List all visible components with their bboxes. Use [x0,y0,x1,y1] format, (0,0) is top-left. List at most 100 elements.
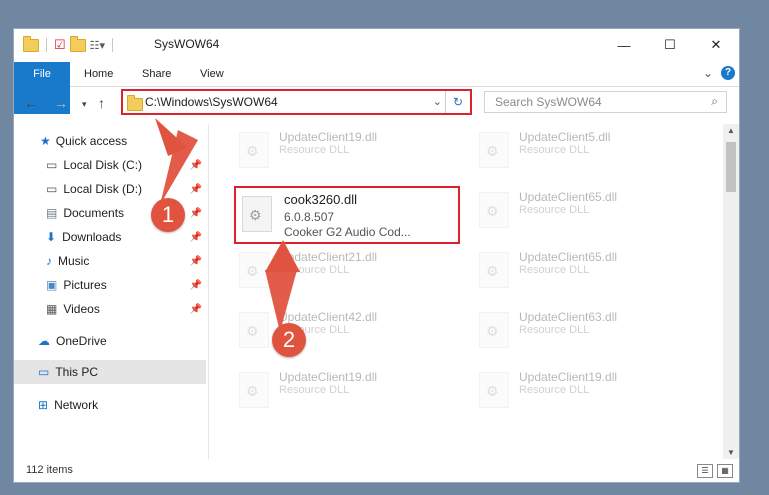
view-toggles: ☰ ▦ [697,464,733,478]
dll-file-icon [239,132,269,168]
sidebar-item-label: Documents [63,206,125,220]
file-description: Resource DLL [279,144,350,156]
dll-file-icon [479,132,509,168]
sidebar-item-videos[interactable]: ▦ Videos 📌 [14,297,206,321]
step-badge-2: 2 [272,323,306,357]
sidebar-item-network[interactable]: ⊞ Network [14,393,206,417]
status-bar: 112 items ☰ ▦ [14,459,739,483]
sidebar-item-label: Network [54,398,99,412]
search-box[interactable]: Search SysWOW64 ⌕ [484,91,727,113]
dll-file-icon [239,372,269,408]
tab-home[interactable]: Home [84,62,113,86]
pin-icon[interactable]: 📌 [190,160,202,171]
large-icons-view-icon[interactable]: ▦ [717,464,733,478]
file-item[interactable]: UpdateClient19.dll Resource DLL [471,364,701,416]
address-bar[interactable]: C:\Windows\SysWOW64 ⌄ ↻ [121,89,472,115]
file-name: cook3260.dll [284,192,357,207]
ribbon-tabs: File Home Share View ⌄ ? [14,62,739,114]
file-name: UpdateClient5.dll [519,130,611,144]
file-description: Resource DLL [519,324,590,336]
file-description: Cooker G2 Audio Cod... [284,225,411,239]
search-icon[interactable]: ⌕ [711,94,718,109]
tab-share[interactable]: Share [142,62,171,86]
file-item[interactable]: UpdateClient19.dll Resource DLL [231,364,461,416]
pin-icon[interactable]: 📌 [190,232,202,243]
file-name: UpdateClient65.dll [519,250,618,264]
file-description: Resource DLL [519,144,590,156]
star-icon: ★ [40,134,51,148]
up-arrow-icon[interactable]: ↑ [98,95,105,111]
sidebar-item-local-disk-c[interactable]: ▭ Local Disk (C:) 📌 [14,153,206,177]
file-version: 6.0.8.507 [284,210,335,224]
forward-arrow-icon[interactable]: → [54,95,68,111]
scrollbar-thumb[interactable] [726,142,736,192]
sidebar-item-music[interactable]: ♪ Music 📌 [14,249,206,273]
sidebar-item-label: Pictures [63,278,107,292]
folder-icon [23,35,39,52]
sidebar-item-pictures[interactable]: ▣ Pictures 📌 [14,273,206,297]
file-item[interactable]: UpdateClient65.dll Resource DLL [471,244,701,296]
sidebar-item-onedrive[interactable]: ☁ OneDrive [14,329,206,353]
file-item[interactable]: UpdateClient65.dll Resource DLL [471,184,701,236]
window-controls: — ☐ ✕ [601,29,739,61]
item-count: 112 items [26,464,73,476]
recent-locations-icon[interactable]: ▾ [82,99,87,110]
pin-icon[interactable]: 📌 [190,208,202,219]
sidebar-item-local-disk-d[interactable]: ▭ Local Disk (D:) 📌 [14,177,206,201]
pictures-icon: ▣ [46,278,58,292]
scroll-down-icon[interactable]: ▼ [727,448,735,457]
maximize-button[interactable]: ☐ [647,29,693,61]
sidebar-item-label: OneDrive [56,334,107,348]
file-description: Resource DLL [519,264,590,276]
expand-ribbon-icon[interactable]: ⌄ [703,66,713,80]
dll-file-icon [479,312,509,348]
separator [112,38,114,52]
drive-icon: ▭ [46,182,58,196]
file-item[interactable]: UpdateClient63.dll Resource DLL [471,304,701,356]
new-folder-icon[interactable] [69,35,86,52]
explorer-window: ☑ ☷▾ SysWOW64 — ☐ ✕ File Home Share View… [13,28,740,483]
sidebar-item-quick-access[interactable]: ★ Quick access [14,129,206,153]
drive-icon: ▭ [46,158,58,172]
window-title: SysWOW64 [154,37,220,51]
file-item[interactable]: UpdateClient19.dll Resource DLL [231,124,461,176]
back-arrow-icon[interactable]: ← [24,95,38,111]
pin-icon[interactable]: 📌 [190,280,202,291]
file-name: UpdateClient19.dll [279,130,378,144]
sidebar-item-label: Quick access [55,134,128,148]
sidebar-item-label: Music [58,254,90,268]
title-bar: ☑ ☷▾ SysWOW64 — ☐ ✕ [14,29,739,61]
properties-icon[interactable]: ☑ [54,37,66,53]
file-item[interactable]: UpdateClient21.dll Resource DLL [231,244,461,296]
tab-view[interactable]: View [200,62,224,86]
sidebar-item-this-pc[interactable]: ▭ This PC [14,360,206,384]
file-item[interactable]: UpdateClient5.dll Resource DLL [471,124,701,176]
computer-icon: ▭ [38,365,50,379]
sidebar-item-label: Local Disk (C:) [63,158,143,172]
file-item[interactable]: UpdateClient42.dll Resource DLL [231,304,461,356]
vertical-scrollbar[interactable]: ▲ ▼ [723,124,739,459]
dll-file-icon [479,252,509,288]
help-icon[interactable]: ? [721,66,735,80]
chevron-down-icon[interactable]: ⌄ [433,95,442,108]
pin-icon[interactable]: 📌 [190,184,202,195]
ribbon-actions: ⌄ ? [703,66,735,80]
pane-divider[interactable] [208,124,209,459]
pin-icon[interactable]: 📌 [190,304,202,315]
file-name: UpdateClient19.dll [519,370,618,384]
pin-icon[interactable]: 📌 [190,256,202,267]
dll-file-icon [242,196,272,232]
sidebar-item-label: Videos [63,302,100,316]
dll-file-icon [239,312,269,348]
details-view-icon[interactable]: ☰ [697,464,713,478]
highlighted-file-item[interactable]: cook3260.dll 6.0.8.507 Cooker G2 Audio C… [234,186,460,244]
address-path[interactable]: C:\Windows\SysWOW64 [145,95,278,109]
customize-toolbar-icon[interactable]: ☷▾ [90,39,105,52]
minimize-button[interactable]: — [601,29,647,61]
document-icon: ▤ [46,206,58,220]
search-placeholder: Search SysWOW64 [495,95,602,109]
scroll-up-icon[interactable]: ▲ [727,126,735,135]
refresh-icon[interactable]: ↻ [445,91,470,113]
close-button[interactable]: ✕ [693,29,739,61]
file-description: Resource DLL [519,204,590,216]
